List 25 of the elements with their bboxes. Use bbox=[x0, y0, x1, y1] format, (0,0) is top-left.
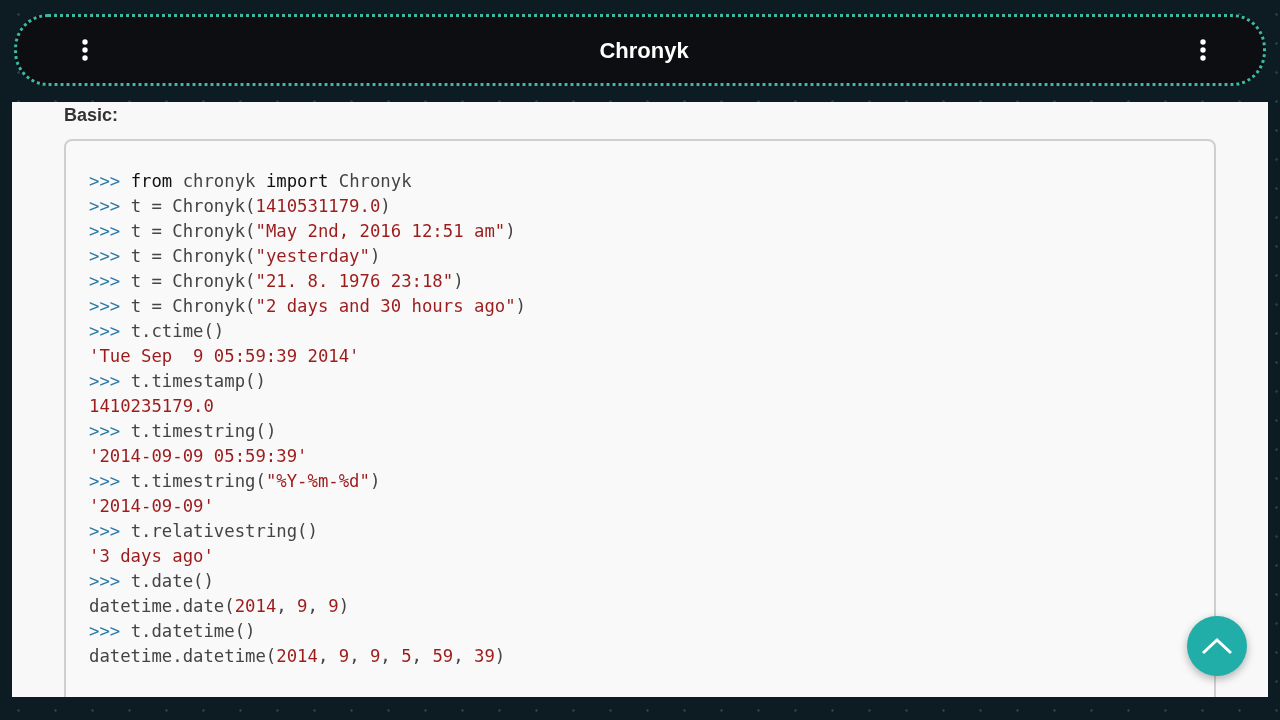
code-line: >>> t.timestring() bbox=[89, 420, 278, 443]
code-line: >>> t = Chronyk("yesterday") bbox=[89, 245, 382, 268]
code-line: >>> t.date() bbox=[89, 570, 215, 593]
code-line: '2014-09-09' bbox=[89, 495, 215, 518]
code-line: >>> from chronyk import Chronyk bbox=[89, 170, 413, 193]
more-vertical-icon bbox=[1199, 39, 1207, 61]
chevron-up-icon bbox=[1201, 637, 1233, 655]
code-line: 1410235179.0 bbox=[89, 395, 215, 418]
code-line: 'Tue Sep 9 05:59:39 2014' bbox=[89, 345, 361, 368]
code-line: >>> t.timestring("%Y-%m-%d") bbox=[89, 470, 382, 493]
code-line: '3 days ago' bbox=[89, 545, 215, 568]
code-line: datetime.datetime(2014, 9, 9, 5, 59, 39) bbox=[89, 645, 507, 668]
code-line: '2014-09-09 05:59:39' bbox=[89, 445, 309, 468]
code-line: >>> t = Chronyk("21. 8. 1976 23:18") bbox=[89, 270, 465, 293]
code-line: datetime.date(2014, 9, 9) bbox=[89, 595, 351, 618]
code-line: >>> t.datetime() bbox=[89, 620, 257, 643]
code-line: >>> t = Chronyk("May 2nd, 2016 12:51 am") bbox=[89, 220, 517, 243]
code-line: >>> t.timestamp() bbox=[89, 370, 267, 393]
code-line: >>> t = Chronyk(1410531179.0) bbox=[89, 195, 392, 218]
code-line: >>> t = Chronyk("2 days and 30 hours ago") bbox=[89, 295, 527, 318]
section-heading: Basic: bbox=[64, 104, 120, 126]
code-line: >>> t.relativestring() bbox=[89, 520, 319, 543]
app-title: Chronyk bbox=[599, 36, 689, 65]
more-vertical-icon bbox=[81, 39, 89, 61]
code-line: >>> t.ctime() bbox=[89, 320, 226, 343]
